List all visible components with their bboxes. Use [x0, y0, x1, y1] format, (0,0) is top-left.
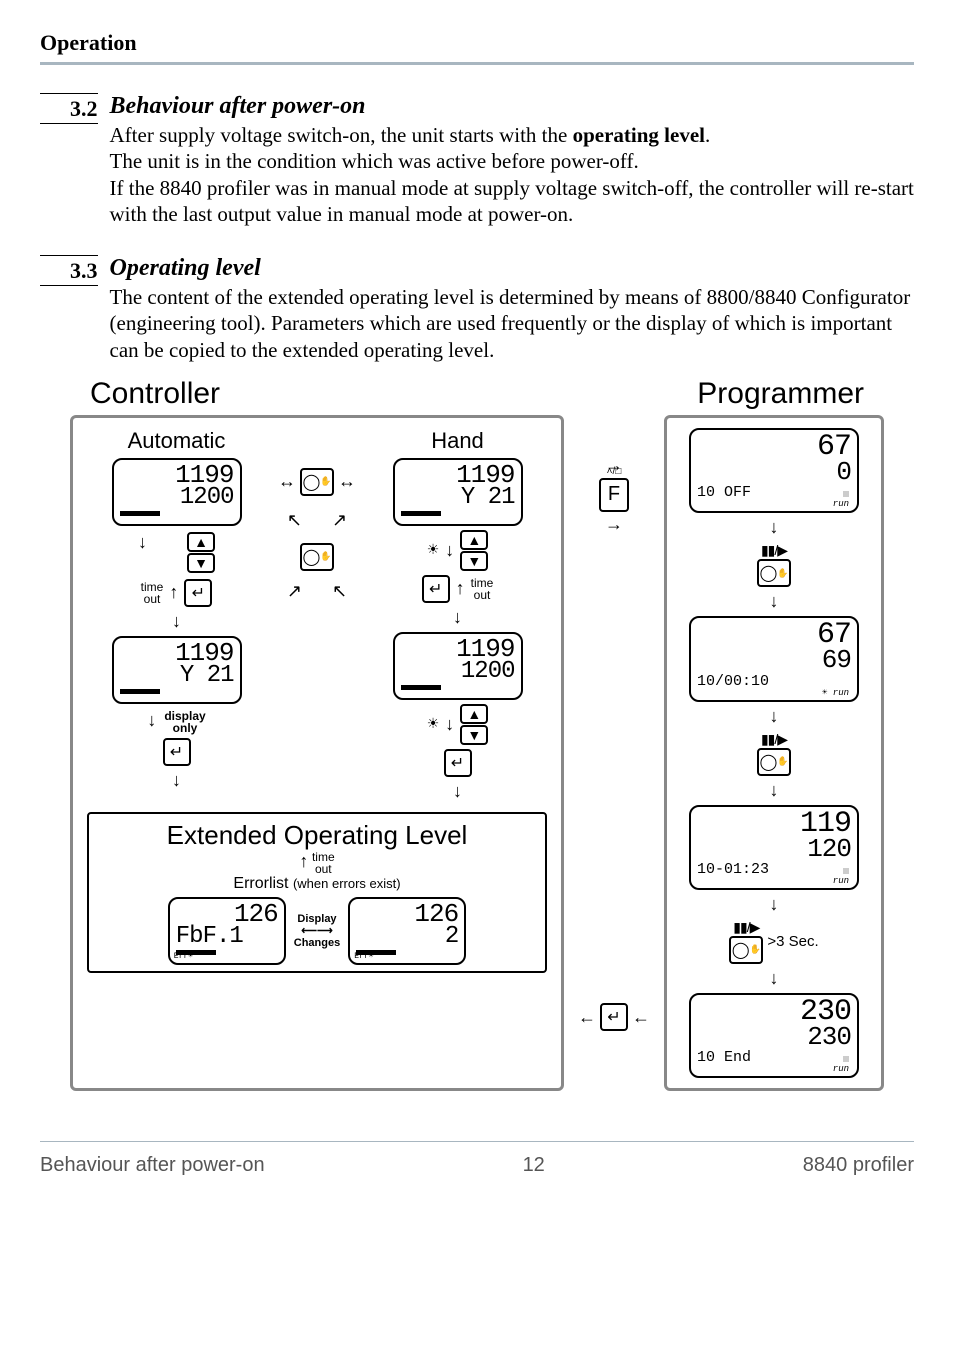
- controller-title: Controller: [90, 377, 220, 411]
- section-3-3: 3.3 Operating level The content of the e…: [40, 255, 914, 363]
- controller-panel: Automatic 1199 1200 ↓ ▲▼: [70, 415, 564, 1092]
- lcd-prog-3: 119 120 10-01:23 run: [689, 805, 859, 890]
- lcd-error-2: 126 2 Err☀: [348, 897, 466, 965]
- up-arrow-icon: ↑: [456, 578, 465, 599]
- timeout-label: time out: [471, 577, 494, 601]
- down-arrow-icon: ↓: [770, 706, 779, 727]
- bidir-arrow-icon: ↔: [338, 471, 356, 492]
- footer-page-number: 12: [523, 1154, 545, 1177]
- down-arrow-icon: ↓: [770, 517, 779, 538]
- hand-blink-icon: [427, 541, 440, 559]
- down-arrow-icon: ↓: [770, 894, 779, 915]
- diag-arrow-icon: ↗: [287, 581, 302, 602]
- run-stop-icon: ▮▮/▶: [733, 919, 759, 936]
- section-number: 3.3: [40, 258, 98, 286]
- extended-operating-level: Extended Operating Level ↑ time out Erro…: [87, 812, 547, 973]
- down-arrow-icon: ↓: [770, 780, 779, 801]
- section-number: 3.2: [40, 96, 98, 124]
- run-stop-key[interactable]: ◯✋: [757, 748, 791, 776]
- down-arrow-icon: ↓: [453, 607, 462, 628]
- lcd-hand-2: 1199 1200: [393, 632, 523, 700]
- down-arrow-icon: ↓: [445, 714, 454, 735]
- up-arrow-icon: ↑: [299, 851, 308, 871]
- extended-title: Extended Operating Level: [95, 820, 539, 851]
- down-arrow-icon: ↓: [147, 710, 156, 731]
- lcd-prog-4: 230 230 10 End run: [689, 993, 859, 1078]
- hand-label: Hand: [431, 428, 484, 454]
- hand-mode-key[interactable]: ◯✋: [300, 468, 334, 496]
- programmer-panel: 67 0 10 OFF run ↓ ▮▮/▶ ◯✋ ↓ 67 69 10/00:…: [664, 415, 884, 1092]
- errorlist-label: Errorlist: [233, 875, 288, 892]
- hand-blink-icon: [427, 715, 440, 733]
- diag-arrow-icon: ↖: [287, 510, 302, 531]
- lcd-prog-1: 67 0 10 OFF run: [689, 428, 859, 513]
- timeout-label: time out: [312, 851, 335, 875]
- run-stop-key[interactable]: ◯✋: [757, 559, 791, 587]
- down-arrow-icon: ↓: [770, 968, 779, 989]
- footer-left: Behaviour after power-on: [40, 1154, 265, 1177]
- enter-key[interactable]: ↵: [600, 1003, 628, 1031]
- left-arrow-icon: ←: [578, 1007, 596, 1028]
- run-stop-key[interactable]: ◯✋: [729, 936, 763, 964]
- diag-arrow-icon: ↖: [332, 581, 347, 602]
- section-body: After supply voltage switch-on, the unit…: [110, 122, 915, 227]
- down-arrow-icon: ↓: [172, 770, 181, 791]
- programmer-title: Programmer: [697, 377, 864, 411]
- up-arrow-icon: ↑: [169, 582, 178, 603]
- enter-key[interactable]: ↵: [422, 575, 450, 603]
- up-down-keys[interactable]: ▲▼: [187, 532, 215, 573]
- section-title: Operating level: [110, 255, 915, 282]
- automatic-label: Automatic: [128, 428, 226, 454]
- down-arrow-icon: ↓: [138, 532, 147, 573]
- errorlist-sublabel: (when errors exist): [293, 876, 401, 891]
- diag-arrow-icon: ↗: [332, 510, 347, 531]
- run-stop-icon: ▮▮/▶: [761, 542, 787, 559]
- up-down-keys[interactable]: ▲▼: [460, 704, 488, 745]
- down-arrow-icon: ↓: [445, 540, 454, 561]
- lcd-prog-2: 67 69 10/00:10 ☀ run: [689, 616, 859, 701]
- run-stop-icon: ▮▮/▶: [761, 731, 787, 748]
- page-header: Operation: [40, 30, 914, 65]
- display-changes-label: Display⟵⟶Changes: [294, 913, 340, 949]
- enter-key[interactable]: ↵: [444, 749, 472, 777]
- enter-key[interactable]: ↵: [184, 579, 212, 607]
- section-body: The content of the extended operating le…: [110, 284, 915, 363]
- display-only-label: display only: [164, 710, 205, 734]
- timeout-label: time out: [141, 581, 164, 605]
- up-down-keys[interactable]: ▲▼: [460, 530, 488, 571]
- down-arrow-icon: ↓: [770, 591, 779, 612]
- lcd-auto-1: 1199 1200: [112, 458, 242, 526]
- page-footer: Behaviour after power-on 12 8840 profile…: [40, 1141, 914, 1177]
- left-arrow-icon: ←: [632, 1007, 650, 1028]
- lcd-auto-2: 1199 Y 21: [112, 636, 242, 704]
- lcd-hand-1: 1199 Y 21: [393, 458, 523, 526]
- gt3sec-label: >3 Sec.: [767, 933, 818, 950]
- bidir-arrow-icon: ↔: [278, 471, 296, 492]
- lcd-error-1: 126 FbF.1 Err☀: [168, 897, 286, 965]
- footer-right: 8840 profiler: [803, 1154, 914, 1177]
- section-3-2: 3.2 Behaviour after power-on After suppl…: [40, 93, 914, 227]
- section-title: Behaviour after power-on: [110, 93, 915, 120]
- f-key[interactable]: F: [599, 478, 629, 512]
- down-arrow-icon: ↓: [453, 781, 462, 802]
- enter-key[interactable]: ↵: [163, 738, 191, 766]
- hand-mode-key[interactable]: ◯✋: [300, 543, 334, 571]
- down-arrow-icon: ↓: [172, 611, 181, 632]
- right-arrow-icon: →: [605, 514, 623, 535]
